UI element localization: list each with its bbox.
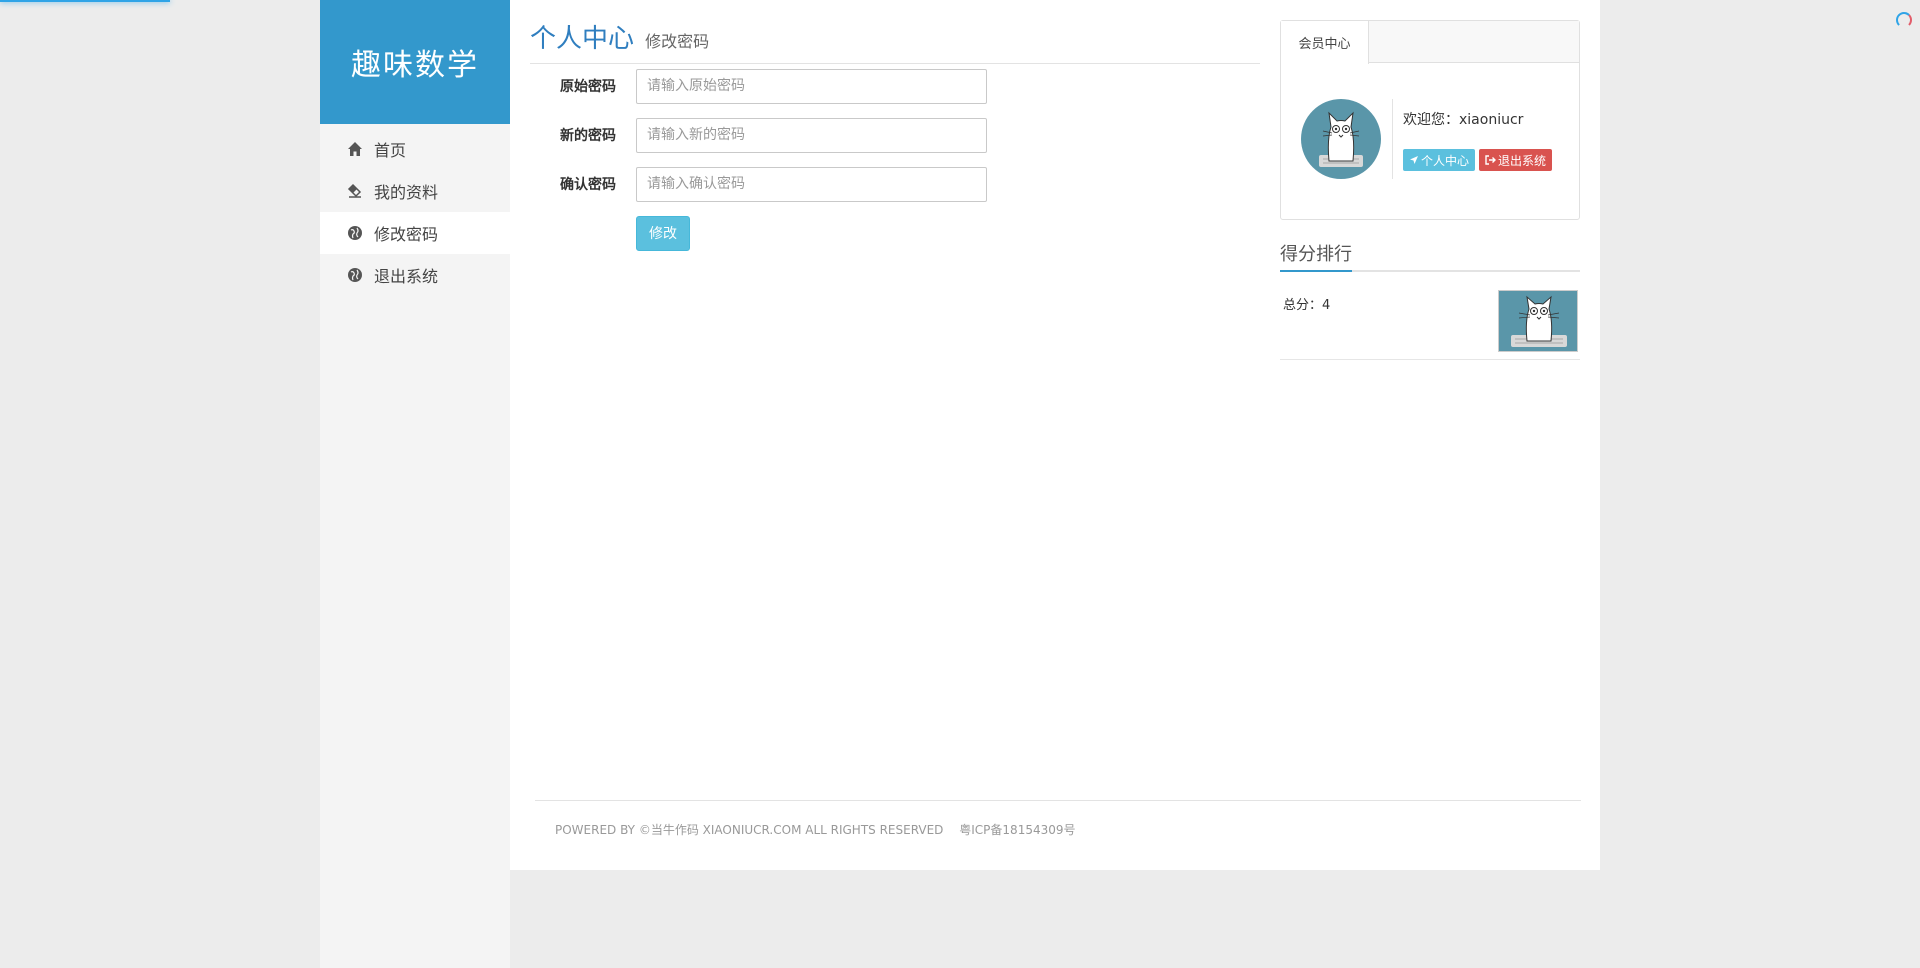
profile-center-label: 个人中心: [1421, 153, 1470, 168]
location-arrow-icon: [1410, 156, 1418, 164]
sidebar-item-label: 我的资料: [374, 183, 439, 202]
logout-button[interactable]: 退出系统: [1479, 149, 1553, 171]
page-header: 个人中心 修改密码: [530, 18, 1260, 64]
score-ranking: 得分排行 总分：4: [1280, 240, 1580, 360]
page-loading-bar: [0, 0, 170, 2]
logout-label: 退出系统: [1498, 153, 1547, 168]
sidebar-item-logout[interactable]: 退出系统: [320, 254, 510, 296]
confirm-password-label: 确认密码: [560, 177, 616, 193]
eraser-icon: [346, 182, 364, 200]
globe-icon: [346, 224, 364, 242]
sidebar-item-label: 首页: [374, 141, 407, 160]
form-row-actions: 修改: [530, 215, 987, 251]
sign-out-icon: [1485, 155, 1497, 165]
cat-avatar-icon: [1511, 295, 1567, 347]
cat-avatar-icon: [1319, 111, 1363, 167]
loading-spinner-icon: [1896, 12, 1912, 28]
member-body: 欢迎您：xiaoniucr 个人中心 退出系统: [1281, 63, 1579, 219]
page-title: 个人中心: [530, 24, 635, 54]
welcome-text: 欢迎您：xiaoniucr: [1403, 112, 1524, 128]
form-row-old-password: 原始密码: [530, 68, 987, 104]
member-actions: 个人中心 退出系统: [1403, 149, 1553, 171]
avatar: [1301, 99, 1381, 179]
member-divider: [1392, 99, 1393, 179]
footer-copyright: POWERED BY ©当牛作码 XIAONIUCR.COM ALL RIGHT…: [555, 823, 944, 837]
new-password-label: 新的密码: [560, 128, 616, 144]
sidebar-nav: 首页 我的资料 修改密码 退出系统: [320, 128, 510, 296]
confirm-password-input[interactable]: [636, 166, 987, 202]
sidebar: 趣味数学 首页 我的资料 修改密码 退出系统: [320, 0, 510, 968]
list-item[interactable]: 总分：4: [1280, 272, 1580, 360]
rank-score: 总分：4: [1283, 298, 1331, 313]
home-icon: [346, 140, 364, 158]
main-content: 个人中心 修改密码 原始密码 新的密码 确认密码 修改 会员中心 欢迎您：xia…: [510, 0, 1600, 870]
site-logo[interactable]: 趣味数学: [320, 0, 510, 124]
old-password-label: 原始密码: [560, 79, 616, 95]
sidebar-item-label: 修改密码: [374, 225, 439, 244]
submit-button[interactable]: 修改: [636, 215, 690, 251]
ranking-title: 得分排行: [1280, 240, 1580, 272]
sidebar-item-label: 退出系统: [374, 267, 439, 286]
new-password-input[interactable]: [636, 117, 987, 153]
sidebar-item-profile[interactable]: 我的资料: [320, 170, 510, 212]
form-row-confirm-password: 确认密码: [530, 166, 987, 202]
sidebar-item-home[interactable]: 首页: [320, 128, 510, 170]
form-row-new-password: 新的密码: [530, 117, 987, 153]
member-tabs: 会员中心: [1281, 21, 1579, 64]
globe-icon: [346, 266, 364, 284]
footer-icp[interactable]: 粤ICP备18154309号: [959, 823, 1075, 837]
change-password-form: 原始密码 新的密码 确认密码 修改: [530, 68, 987, 264]
profile-center-button[interactable]: 个人中心: [1403, 149, 1476, 171]
page-subtitle: 修改密码: [645, 32, 710, 51]
footer: POWERED BY ©当牛作码 XIAONIUCR.COM ALL RIGHT…: [535, 800, 1581, 838]
old-password-input[interactable]: [636, 68, 987, 104]
member-panel: 会员中心 欢迎您：xiaoniucr 个人中心 退出系统: [1280, 20, 1580, 220]
tab-member-center[interactable]: 会员中心: [1281, 21, 1369, 64]
sidebar-item-change-password[interactable]: 修改密码: [320, 212, 510, 254]
rank-avatar: [1498, 290, 1578, 352]
